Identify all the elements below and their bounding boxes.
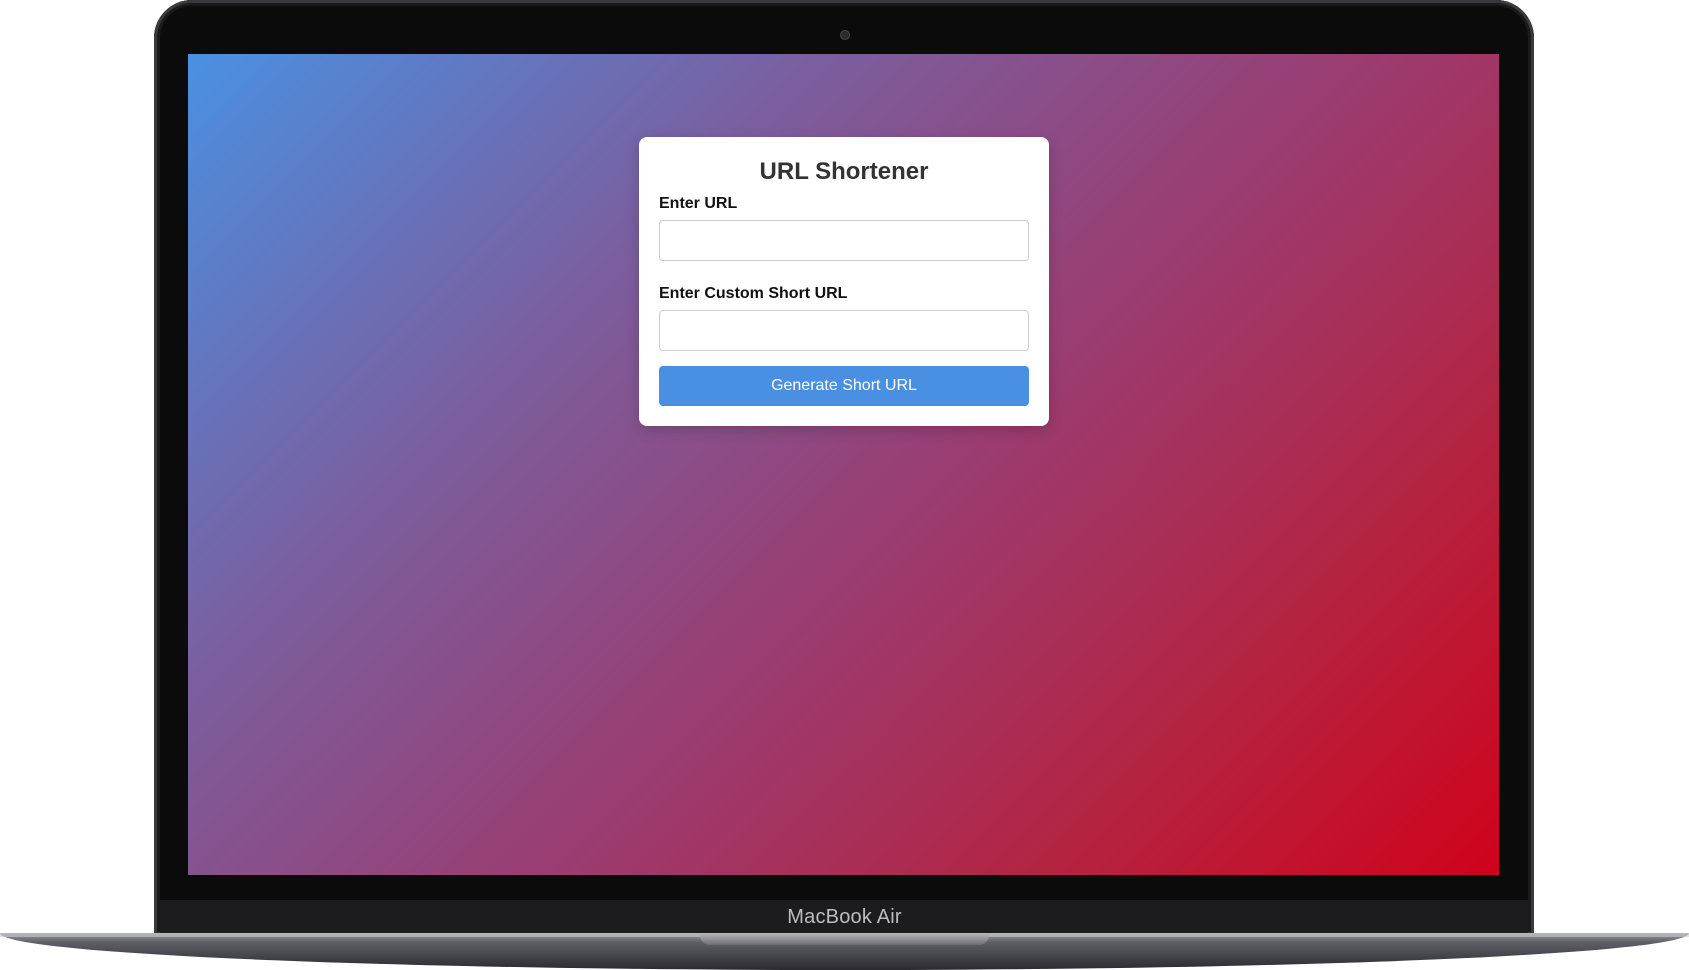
url-shortener-card: URL Shortener Enter URL Enter Custom Sho… xyxy=(639,137,1049,426)
custom-short-url-label: Enter Custom Short URL xyxy=(659,285,848,302)
browser-viewport: URL Shortener Enter URL Enter Custom Sho… xyxy=(188,54,1499,875)
custom-short-url-input[interactable] xyxy=(659,310,1029,351)
laptop-hinge-notch xyxy=(700,933,989,945)
camera-icon xyxy=(841,31,849,39)
url-input[interactable] xyxy=(659,220,1029,261)
device-brand-label: MacBook Air xyxy=(787,906,902,928)
page-title: URL Shortener xyxy=(759,158,929,185)
url-field-label: Enter URL xyxy=(659,195,738,212)
generate-short-url-button[interactable]: Generate Short URL xyxy=(659,366,1029,406)
laptop-mockup: URL Shortener Enter URL Enter Custom Sho… xyxy=(0,0,1689,970)
